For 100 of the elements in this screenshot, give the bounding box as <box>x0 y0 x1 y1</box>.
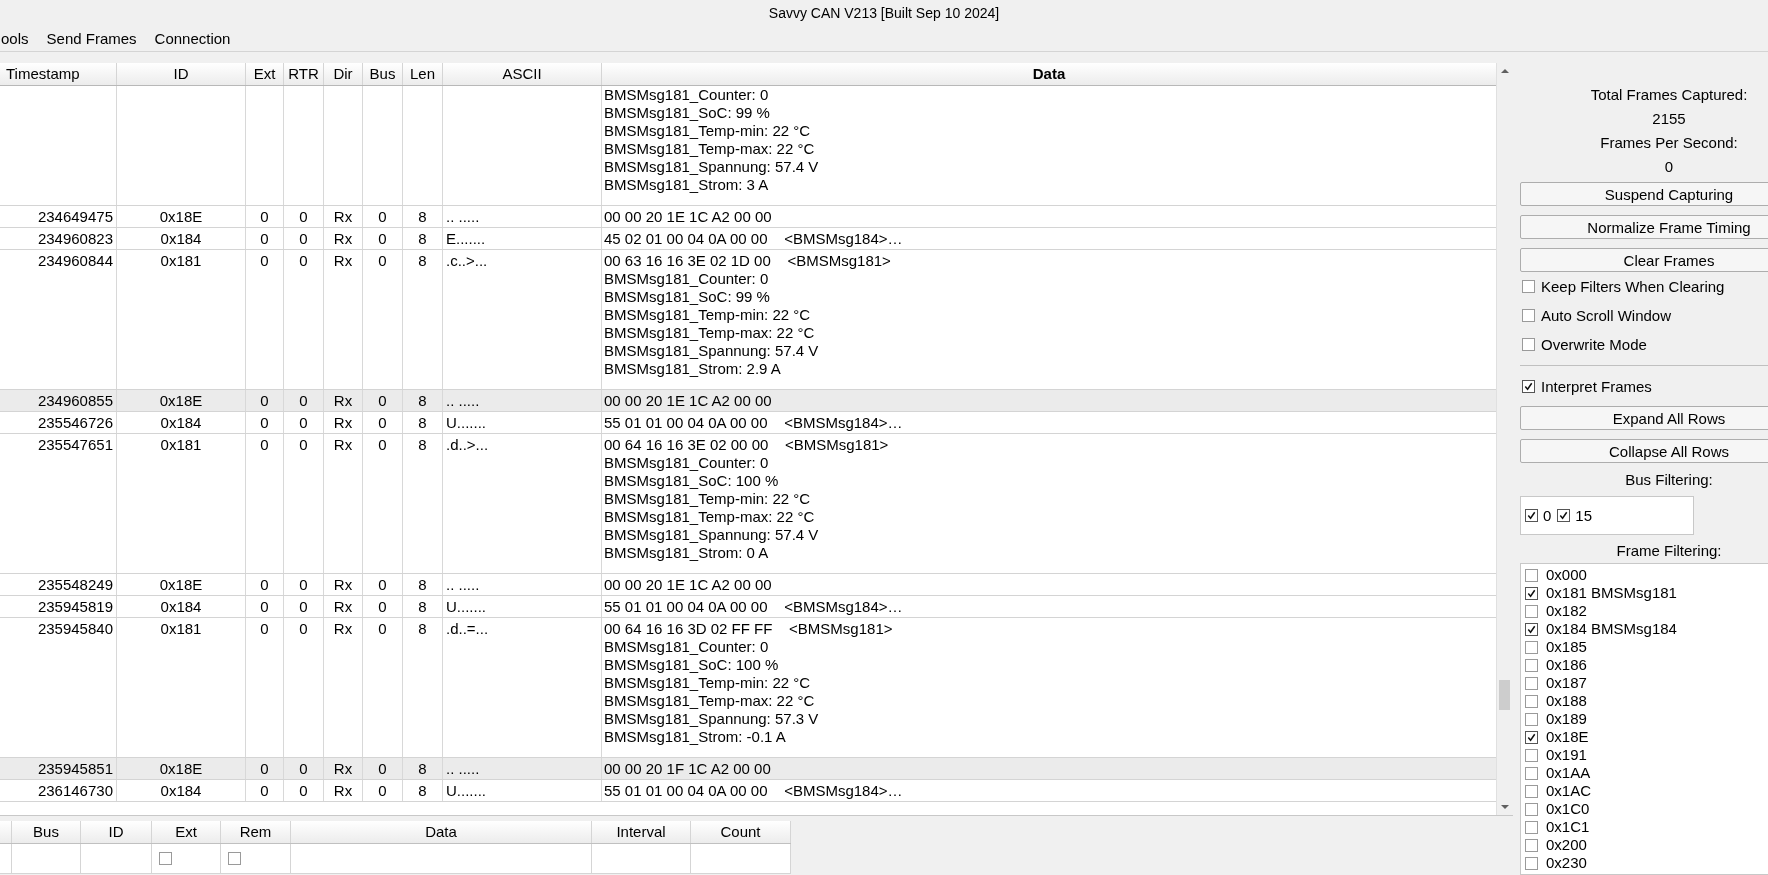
checkbox[interactable] <box>1557 509 1571 522</box>
panel-button[interactable]: Normalize Frame Timing <box>1520 215 1768 239</box>
table-cell[interactable] <box>81 844 152 874</box>
checkbox[interactable] <box>159 852 172 865</box>
checkbox-label[interactable]: 0 <box>1543 507 1552 524</box>
checkbox-label[interactable]: Interpret Frames <box>1541 378 1652 395</box>
table-row[interactable] <box>0 434 1496 574</box>
panel-button[interactable]: Suspend Capturing <box>1520 182 1768 206</box>
list-item[interactable]: 0x18E <box>1546 728 1589 746</box>
table-cell: 8 <box>418 760 427 777</box>
checkbox[interactable] <box>1525 694 1538 708</box>
table-cell: 0 <box>378 576 387 593</box>
table-row[interactable]: BMSMsg181_Counter: 0 BMSMsg181_SoC: 99 % BMSMsg181_Temp-min: 22 °C BMSMsg181_Temp-max: 22 °C BMSMsg181_Spannung: 57.4 V BMSMsg181_Strom: 3 A <box>0 86 1496 206</box>
table-cell: 0 <box>378 760 387 777</box>
table-row[interactable]: 235546726 0x184 0 0 Rx 0 8 U....... 55 01 01 00 04 0A 00 00 <BMSMsg184>… <box>0 412 1496 434</box>
table-cell: 0 <box>378 620 387 637</box>
list-item[interactable]: 0x184 BMSMsg184 <box>1546 620 1677 638</box>
table-row[interactable] <box>0 618 1496 758</box>
panel-button[interactable]: Collapse All Rows <box>1520 439 1768 463</box>
table-row[interactable]: 234960823 0x184 0 0 Rx 0 8 E....... 45 02 01 00 04 0A 00 00 <BMSMsg184>… <box>0 228 1496 250</box>
list-item[interactable]: 0x1C0 <box>1546 800 1590 818</box>
column-header[interactable]: Ext <box>152 821 221 843</box>
checkbox[interactable] <box>1522 338 1535 351</box>
checkbox[interactable] <box>1525 640 1538 654</box>
table-row[interactable]: 235945851 0x18E 0 0 Rx 0 8 .. ..... 00 00 20 1F 1C A2 00 00 <box>0 758 1496 780</box>
table-cell[interactable] <box>291 844 592 874</box>
checkbox[interactable] <box>1525 730 1538 744</box>
list-item[interactable]: 0x1C1 <box>1546 818 1590 836</box>
table-row[interactable]: 234960855 0x18E 0 0 Rx 0 8 .. ..... 00 00 20 1E 1C A2 00 00 <box>0 390 1496 412</box>
checkbox[interactable] <box>1525 838 1538 852</box>
checkbox[interactable] <box>1525 748 1538 762</box>
column-header[interactable]: Len <box>403 63 443 85</box>
checkbox[interactable] <box>1525 820 1538 834</box>
column-header[interactable]: Data <box>291 821 592 843</box>
menu-item[interactable]: Connection <box>153 30 232 47</box>
column-header[interactable]: Count <box>691 821 791 843</box>
menu-item[interactable]: ools <box>0 30 30 47</box>
checkbox[interactable] <box>1525 568 1538 582</box>
checkbox[interactable] <box>1525 676 1538 690</box>
checkbox[interactable] <box>1525 622 1538 636</box>
checkbox[interactable] <box>1522 280 1535 293</box>
list-item[interactable]: 0x181 BMSMsg181 <box>1546 584 1677 602</box>
checkbox[interactable] <box>1525 784 1538 798</box>
checkbox[interactable] <box>1522 380 1535 393</box>
list-item[interactable]: 0x188 <box>1546 692 1587 710</box>
table-cell[interactable] <box>0 844 12 874</box>
checkbox-label[interactable]: Keep Filters When Clearing <box>1541 278 1725 295</box>
table-cell: 8 <box>418 208 427 225</box>
table-cell: 0 <box>299 392 308 409</box>
checkbox[interactable] <box>1525 509 1538 522</box>
checkbox[interactable] <box>1525 712 1538 726</box>
list-item[interactable]: 0x000 <box>1546 566 1587 584</box>
table-cell: 0x18E <box>159 392 203 409</box>
list-item[interactable]: 0x200 <box>1546 836 1587 854</box>
column-header[interactable]: Bus <box>12 821 81 843</box>
table-row[interactable]: 235945819 0x184 0 0 Rx 0 8 U....... 55 01 01 00 04 0A 00 00 <BMSMsg184>… <box>0 596 1496 618</box>
list-item[interactable]: 0x191 <box>1546 746 1587 764</box>
checkbox[interactable] <box>1525 856 1538 870</box>
column-header[interactable]: ASCII <box>443 63 602 85</box>
table-cell: Rx <box>333 436 353 453</box>
checkbox[interactable] <box>1525 802 1538 816</box>
table-cell: 8 <box>418 620 427 637</box>
column-header[interactable]: Bus <box>363 63 403 85</box>
column-header[interactable]: ID <box>81 821 152 843</box>
scrollbar-thumb[interactable] <box>1499 680 1510 710</box>
checkbox[interactable] <box>1522 309 1535 322</box>
checkbox[interactable] <box>1525 766 1538 780</box>
table-row[interactable] <box>0 250 1496 390</box>
table-cell[interactable] <box>592 844 691 874</box>
panel-button[interactable]: Clear Frames <box>1520 248 1768 272</box>
column-header[interactable]: Interval <box>592 821 691 843</box>
checkbox[interactable] <box>228 852 241 865</box>
table-cell[interactable] <box>691 844 791 874</box>
checkbox-label[interactable]: 15 <box>1575 507 1593 524</box>
column-header[interactable]: Dir <box>324 63 363 85</box>
column-header[interactable]: ID <box>117 63 246 85</box>
checkbox[interactable] <box>1525 586 1538 600</box>
table-row[interactable]: 235548249 0x18E 0 0 Rx 0 8 .. ..... 00 00 20 1E 1C A2 00 00 <box>0 574 1496 596</box>
list-item[interactable]: 0x182 <box>1546 602 1587 620</box>
list-item[interactable]: 0x189 <box>1546 710 1587 728</box>
list-item[interactable]: 0x186 <box>1546 656 1587 674</box>
column-header[interactable]: Rem <box>221 821 291 843</box>
checkbox[interactable] <box>1525 604 1538 618</box>
checkbox[interactable] <box>1525 658 1538 672</box>
list-item[interactable]: 0x187 <box>1546 674 1587 692</box>
column-header[interactable]: Ext <box>246 63 284 85</box>
table-row[interactable]: 234649475 0x18E 0 0 Rx 0 8 .. ..... 00 00 20 1E 1C A2 00 00 <box>0 206 1496 228</box>
list-item[interactable]: 0x1AA <box>1546 764 1591 782</box>
panel-button[interactable]: Expand All Rows <box>1520 406 1768 430</box>
table-cell[interactable] <box>12 844 81 874</box>
table-cell: 0 <box>260 208 269 225</box>
checkbox-label[interactable]: Overwrite Mode <box>1541 336 1647 353</box>
column-header[interactable]: RTR <box>284 63 324 85</box>
list-item[interactable]: 0x230 <box>1546 854 1587 872</box>
list-item[interactable]: 0x1AC <box>1546 782 1592 800</box>
list-item[interactable]: 0x185 <box>1546 638 1587 656</box>
column-header[interactable]: Timestamp <box>0 63 117 85</box>
checkbox-label[interactable]: Auto Scroll Window <box>1541 307 1672 324</box>
menu-item[interactable]: Send Frames <box>45 30 138 47</box>
table-row[interactable]: 236146730 0x184 0 0 Rx 0 8 U....... 55 01 01 00 04 0A 00 00 <BMSMsg184>… <box>0 780 1496 802</box>
